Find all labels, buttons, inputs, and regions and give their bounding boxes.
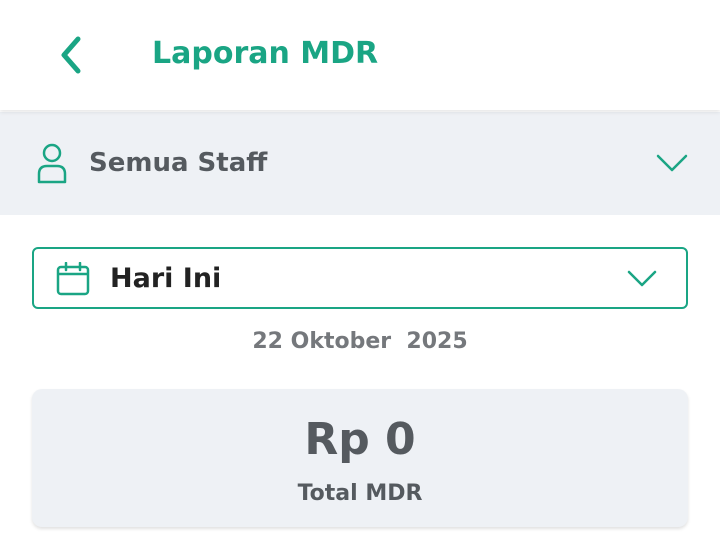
app-header: Laporan MDR [0,0,720,110]
period-select[interactable]: Hari Ini [32,247,688,309]
selected-date-text: 22 Oktober 2025 [252,329,468,354]
page-title: Laporan MDR [152,36,379,71]
chevron-down-icon [656,154,688,172]
chevron-left-icon [61,36,81,74]
staff-filter-dropdown[interactable]: Semua Staff [0,112,720,215]
total-mdr-card: Rp 0 Total MDR [32,389,688,527]
user-icon [37,143,67,184]
total-mdr-amount: Rp 0 [304,414,416,465]
calendar-icon [56,262,90,296]
period-select-value: Hari Ini [110,263,222,294]
back-button[interactable] [46,30,94,80]
staff-filter-label: Semua Staff [89,148,268,178]
total-mdr-label: Total MDR [297,481,423,506]
chevron-down-icon [627,270,657,287]
